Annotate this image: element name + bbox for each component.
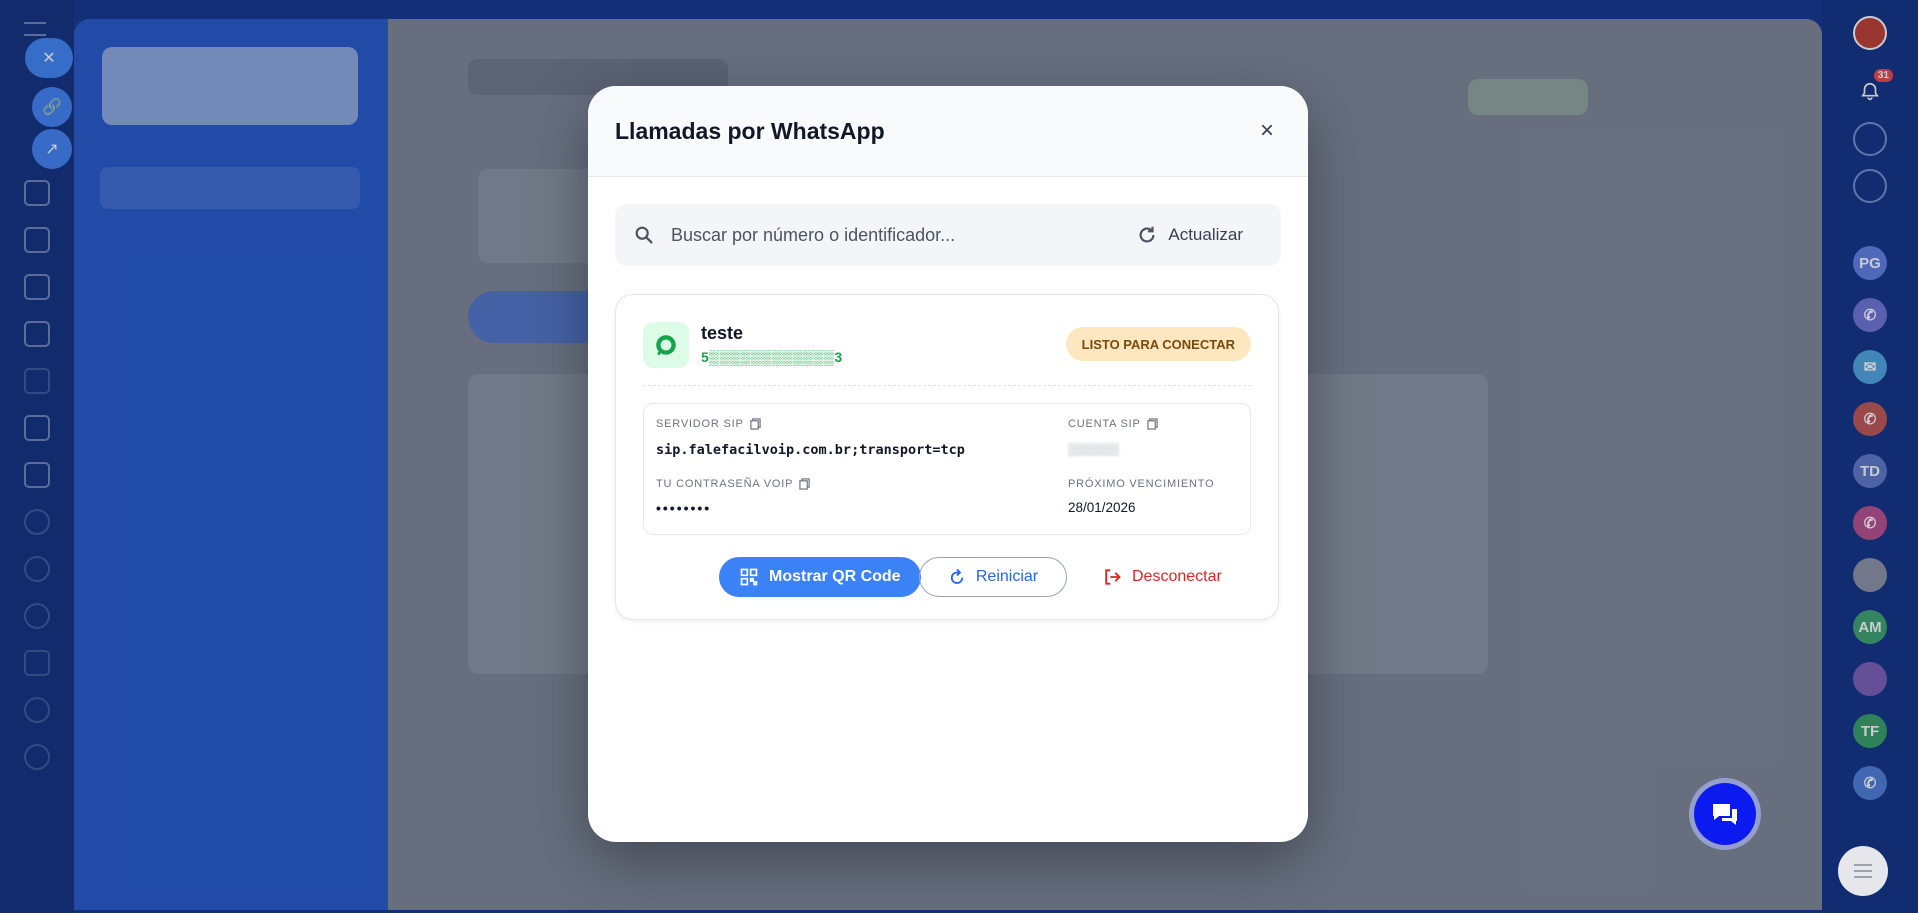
- chat-bubbles-icon: [1713, 804, 1737, 825]
- list-icon: [1854, 864, 1872, 878]
- show-qr-button[interactable]: Mostrar QR Code: [719, 557, 921, 597]
- account-header: teste 5▒▒▒▒▒▒▒▒▒▒▒▒3 LISTO PARA CONECTAR: [643, 322, 1251, 370]
- search-icon: [635, 226, 653, 244]
- modal-header: Llamadas por WhatsApp ×: [588, 86, 1308, 177]
- copy-icon[interactable]: [1146, 418, 1158, 430]
- logout-icon: [1105, 569, 1121, 585]
- search-bar: Actualizar: [615, 204, 1281, 266]
- sip-account-label: CUENTA SIP: [1068, 418, 1158, 430]
- refresh-label: Actualizar: [1168, 225, 1243, 244]
- restart-icon: [950, 568, 964, 584]
- disconnect-button[interactable]: Desconectar: [1102, 557, 1222, 597]
- whatsapp-calls-modal: Llamadas por WhatsApp × Actualizar teste…: [588, 86, 1308, 842]
- restart-button[interactable]: Reiniciar: [919, 557, 1067, 597]
- copy-icon[interactable]: [749, 418, 761, 430]
- copy-icon[interactable]: [799, 478, 810, 490]
- sip-server-label: SERVIDOR SIP: [656, 418, 761, 430]
- account-number: 5▒▒▒▒▒▒▒▒▒▒▒▒3: [701, 349, 843, 365]
- status-badge: LISTO PARA CONECTAR: [1065, 327, 1251, 361]
- next-expiry-value: 28/01/2026: [1068, 500, 1136, 515]
- account-card: teste 5▒▒▒▒▒▒▒▒▒▒▒▒3 LISTO PARA CONECTAR…: [615, 294, 1279, 620]
- sip-server-value: sip.falefacilvoip.com.br;transport=tcp: [656, 442, 965, 458]
- next-expiry-label: PRÓXIMO VENCIMIENTO: [1068, 478, 1215, 490]
- sip-account-value: ▒▒▒▒▒▒: [1068, 442, 1120, 456]
- divider: [643, 385, 1251, 386]
- voip-password-label: TU CONTRASEÑA VOIP: [656, 478, 810, 490]
- chat-support-button[interactable]: [1694, 783, 1756, 845]
- modal-title: Llamadas por WhatsApp: [615, 117, 885, 144]
- account-name: teste: [701, 323, 744, 343]
- voip-password-value: ••••••••: [656, 500, 712, 516]
- search-input[interactable]: [669, 223, 1113, 247]
- refresh-button[interactable]: Actualizar: [1136, 224, 1243, 246]
- account-actions: Mostrar QR Code Reiniciar Desconectar: [616, 555, 1278, 599]
- qr-code-icon: [740, 568, 758, 586]
- menu-fab[interactable]: [1838, 846, 1888, 896]
- whatsapp-icon: [643, 322, 689, 368]
- refresh-icon: [1139, 226, 1155, 243]
- close-button[interactable]: ×: [1252, 117, 1282, 145]
- sip-details: SERVIDOR SIP sip.falefacilvoip.com.br;tr…: [643, 403, 1251, 535]
